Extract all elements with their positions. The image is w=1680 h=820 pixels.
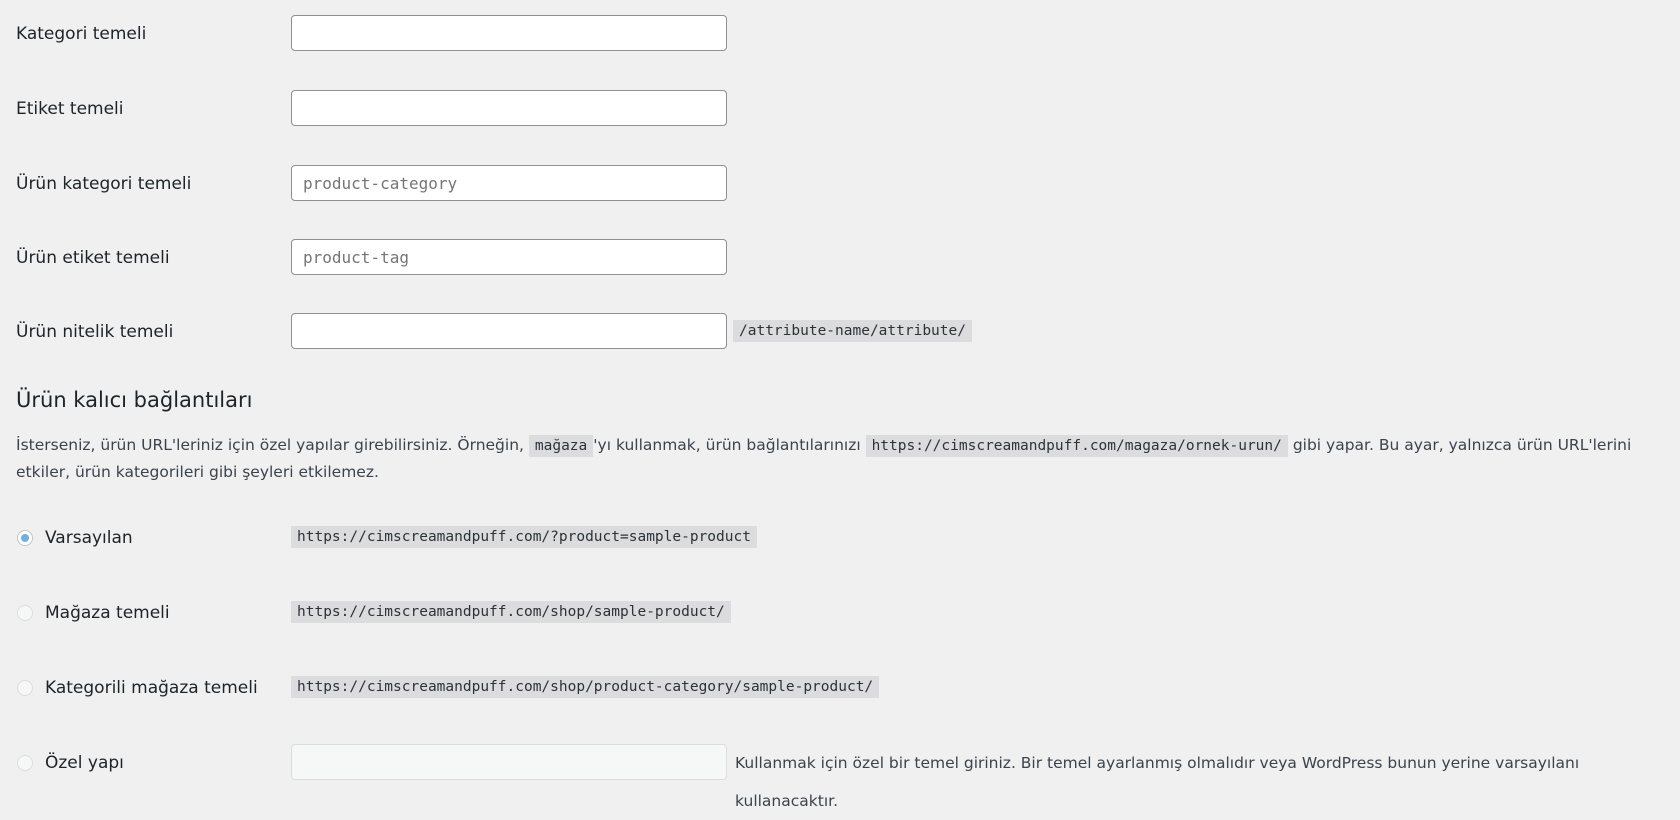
option-shop-base-row[interactable]: Mağaza temeli https://cimscreamandpuff.c… <box>0 594 1680 632</box>
option-custom-label[interactable]: Özel yapı <box>45 744 124 782</box>
option-default-example: https://cimscreamandpuff.com/?product=sa… <box>291 526 757 548</box>
option-shop-category-row[interactable]: Kategorili mağaza temeli https://cimscre… <box>0 669 1680 707</box>
desc-text-1: İsterseniz, ürün URL'leriniz için özel y… <box>16 436 529 454</box>
option-default-radio[interactable] <box>17 530 33 546</box>
attribute-base-suffix: /attribute-name/attribute/ <box>733 320 972 342</box>
option-default-row[interactable]: Varsayılan https://cimscreamandpuff.com/… <box>0 519 1680 557</box>
option-shop-category-example: https://cimscreamandpuff.com/shop/produc… <box>291 676 880 698</box>
product-tag-base-label: Ürün etiket temeli <box>16 248 170 268</box>
custom-structure-input[interactable] <box>291 744 727 780</box>
product-category-base-label: Ürün kategori temeli <box>16 174 192 194</box>
option-custom-row[interactable]: Özel yapı Kullanmak için özel bir temel … <box>0 744 1680 810</box>
category-base-input[interactable] <box>291 15 727 51</box>
desc-text-2: 'yı kullanmak, ürün bağlantılarınızı <box>593 436 866 454</box>
option-shop-category-radio[interactable] <box>17 680 33 696</box>
product-attribute-base-input[interactable] <box>291 313 727 349</box>
option-shop-base-label[interactable]: Mağaza temeli <box>45 594 170 632</box>
tag-base-label: Etiket temeli <box>16 99 124 119</box>
product-category-base-row: Ürün kategori temeli <box>0 165 1680 203</box>
product-tag-base-row: Ürün etiket temeli <box>0 239 1680 277</box>
option-shop-category-label[interactable]: Kategorili mağaza temeli <box>45 669 258 707</box>
permalink-settings: Kategori temeli Etiket temeli Ürün kateg… <box>0 0 1680 810</box>
category-base-label: Kategori temeli <box>16 24 147 44</box>
desc-code-url: https://cimscreamandpuff.com/magaza/orne… <box>865 435 1288 457</box>
option-shop-base-example: https://cimscreamandpuff.com/shop/sample… <box>291 601 731 623</box>
custom-structure-help: Kullanmak için özel bir temel giriniz. B… <box>735 754 1580 810</box>
option-default-label[interactable]: Varsayılan <box>45 519 133 557</box>
desc-code-shop: mağaza <box>528 435 594 457</box>
category-base-row: Kategori temeli <box>0 15 1680 53</box>
option-custom-radio[interactable] <box>17 755 33 771</box>
section-title: Ürün kalıcı bağlantıları <box>16 388 253 412</box>
product-category-base-input[interactable] <box>291 165 727 201</box>
tag-base-input[interactable] <box>291 90 727 126</box>
product-attribute-base-row: Ürün nitelik temeli /attribute-name/attr… <box>0 313 1680 351</box>
section-description: İsterseniz, ürün URL'leriniz için özel y… <box>16 432 1656 485</box>
option-shop-base-radio[interactable] <box>17 605 33 621</box>
product-attribute-base-label: Ürün nitelik temeli <box>16 322 174 342</box>
product-tag-base-input[interactable] <box>291 239 727 275</box>
tag-base-row: Etiket temeli <box>0 90 1680 128</box>
